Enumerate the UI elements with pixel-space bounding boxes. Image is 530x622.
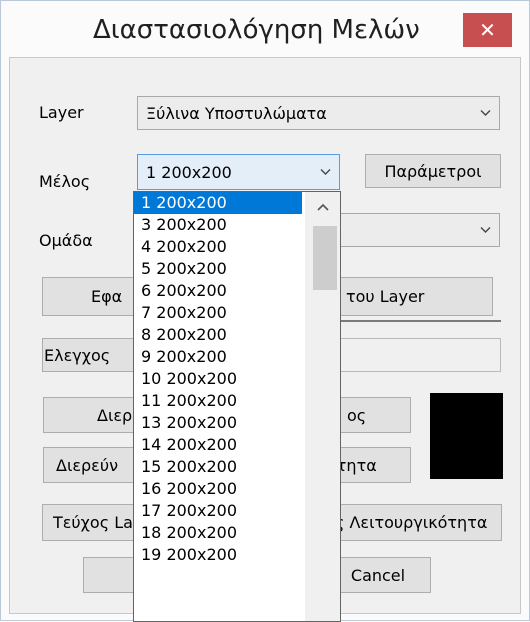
check-button-label: Ελεγχος [44,345,111,365]
layer-select-value: Ξύλινα Υποστυλώματα [146,103,327,123]
layer-select[interactable]: Ξύλινα Υποστυλώματα [137,96,500,130]
title-bar[interactable]: Διαστασιολόγηση Μελών ✕ [1,1,529,57]
scroll-thumb[interactable] [313,226,337,290]
parameters-button[interactable]: Παράμετροι [365,154,501,188]
apply-layer-button-label: Εφα [91,287,123,306]
chevron-down-icon [480,110,491,116]
dropdown-item[interactable]: 4 200x200 [134,236,302,258]
window-title: Διαστασιολόγηση Μελών [93,15,420,45]
chevron-down-icon [480,227,491,233]
dropdown-item[interactable]: 15 200x200 [134,456,302,478]
dropdown-item[interactable]: 9 200x200 [134,346,302,368]
dropdown-item[interactable]: 7 200x200 [134,302,302,324]
dropdown-item[interactable]: 13 200x200 [134,412,302,434]
close-button[interactable]: ✕ [463,13,512,47]
investigate-serviceability-label: Διερεύν [56,455,119,475]
close-icon: ✕ [479,18,496,42]
dropdown-item[interactable]: 11 200x200 [134,390,302,412]
dropdown-item[interactable]: 17 200x200 [134,500,302,522]
dropdown-item[interactable]: 14 200x200 [134,434,302,456]
dropdown-item[interactable]: 16 200x200 [134,478,302,500]
apply-layer-button-label-right: του Layer [346,287,425,306]
dropdown-scrollbar[interactable] [305,192,340,621]
member-dropdown-list[interactable]: 1 200x200 3 200x200 4 200x200 5 200x200 6 20… [133,191,341,622]
dropdown-item[interactable]: 19 200x200 [134,544,302,566]
dropdown-item[interactable]: 1 200x200 [134,192,302,214]
dropdown-item[interactable]: 18 200x200 [134,522,302,544]
member-select[interactable]: 1 200x200 [137,154,340,190]
investigate-button-label: Διερ [97,405,133,425]
dropdown-item[interactable]: 10 200x200 [134,368,302,390]
dropdown-item[interactable]: 5 200x200 [134,258,302,280]
check-button[interactable]: Ελεγχος [42,338,137,372]
group-label: Ομάδα [39,231,93,250]
member-select-value: 1 200x200 [146,162,232,182]
color-swatch[interactable] [430,393,503,479]
chevron-down-icon [320,169,331,175]
dropdown-items: 1 200x200 3 200x200 4 200x200 5 200x200 6 20… [134,192,302,566]
investigate-button-label-right: ος [347,405,367,425]
dropdown-item[interactable]: 3 200x200 [134,214,302,236]
layer-label: Layer [39,103,84,122]
report-button-label: Τεύχος La [53,513,133,532]
dropdown-item[interactable]: 8 200x200 [134,324,302,346]
member-label: Μέλος [39,172,91,191]
dropdown-item[interactable]: 6 200x200 [134,280,302,302]
report-button-label-right: ς Λειτουργικότητα [335,513,488,532]
chevron-up-icon [316,203,329,211]
dialog-window: Διαστασιολόγηση Μελών ✕ Layer Ξύλινα Υπο… [0,0,530,622]
scroll-up-button[interactable] [305,192,340,222]
separator-line [341,320,501,322]
